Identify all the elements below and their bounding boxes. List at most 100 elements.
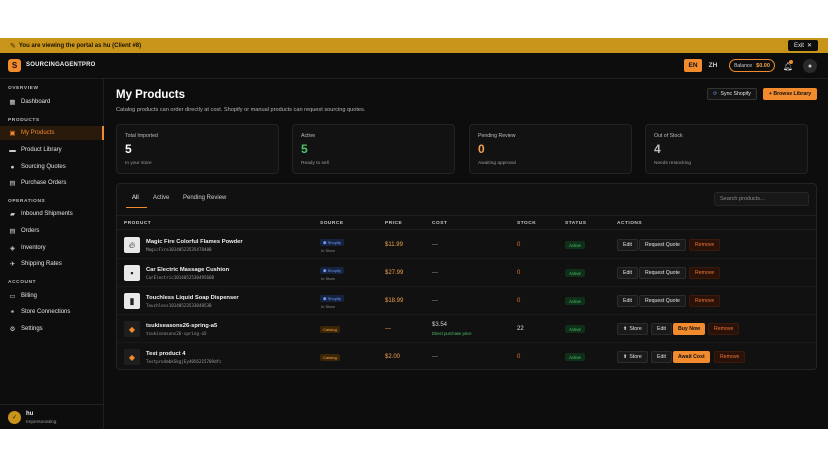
clipboard-icon: ▤ [9, 180, 16, 187]
source-sub: In Store [321, 276, 336, 281]
request-quote-button[interactable]: Request Quote [639, 267, 686, 279]
lang-en-button[interactable]: EN [684, 59, 702, 72]
stat-note: Needs restocking [654, 161, 692, 166]
section-overview: OVERVIEW [8, 86, 39, 91]
products-table-panel: All Active Pending Review PRODUCT SOURCE… [116, 183, 817, 370]
remove-button[interactable]: Remove [708, 323, 740, 335]
product-name[interactable]: Touchless Liquid Soap Dispenser [146, 295, 239, 301]
sidebar-item-inventory[interactable]: ◈ Inventory [0, 241, 104, 255]
product-thumbnail[interactable]: ▮ [124, 293, 140, 309]
edit-button[interactable]: Edit [617, 295, 638, 307]
product-name[interactable]: Car Electric Massage Cushion [146, 267, 229, 273]
remove-button[interactable]: Remove [689, 267, 721, 279]
logo-icon[interactable]: S [8, 59, 21, 72]
sidebar-item-label: Sourcing Quotes [21, 164, 66, 170]
col-status: STATUS [565, 221, 587, 226]
stat-value: 4 [654, 142, 661, 156]
chat-icon: ● [10, 163, 15, 171]
exit-impersonation-button[interactable]: Exit ✕ [787, 40, 818, 51]
sidebar-item-label: Store Connections [21, 309, 71, 315]
sidebar-item-label: Inventory [21, 245, 46, 251]
source-badge: ⬢ Shopify [320, 267, 344, 274]
product-sku: tsukiseasons26-spring-a5 [146, 331, 207, 336]
user-profile[interactable]: ✓ hu Impersonating [0, 404, 104, 429]
edit-button[interactable]: Edit [651, 351, 672, 363]
sidebar-item-my-products[interactable]: ▣ My Products [0, 126, 104, 140]
sidebar-item-orders[interactable]: ▤ Orders [0, 224, 104, 238]
product-name[interactable]: Magic Fire Colorful Flames Powder [146, 239, 243, 245]
pencil-icon: ✎ [10, 42, 16, 50]
balance-value: $0.00 [756, 62, 770, 69]
status-badge: Active [565, 325, 585, 333]
browse-library-button[interactable]: + Browse Library [763, 88, 817, 100]
product-name[interactable]: Test product 4 [146, 351, 186, 357]
search-input[interactable] [714, 192, 809, 206]
table-row: ▮ Touchless Liquid Soap Dispenser Touchl… [117, 287, 816, 315]
sidebar-item-inbound-shipments[interactable]: ▰ Inbound Shipments [0, 207, 104, 221]
layers-icon: ◈ [10, 245, 15, 252]
store-button[interactable]: ⬆ Store [617, 323, 648, 335]
cost-value: $3.54 [432, 322, 448, 328]
sidebar-item-dashboard[interactable]: ▦ Dashboard [0, 95, 104, 109]
request-quote-button[interactable]: Request Quote [639, 239, 686, 251]
table-header: PRODUCT SOURCE PRICE COST STOCK STATUS A… [117, 215, 816, 230]
table-row: ▪ Car Electric Massage Cushion CarElectr… [117, 259, 816, 287]
sidebar-item-sourcing-quotes[interactable]: ● Sourcing Quotes [0, 160, 104, 174]
notifications-button[interactable]: 🔔︎ [781, 59, 795, 73]
remove-button[interactable]: Remove [689, 239, 721, 251]
stock-value: 0 [517, 242, 521, 248]
product-sku: MagicFire1014052353547840B [146, 247, 212, 252]
status-badge: Active [565, 353, 585, 361]
plane-icon: ✈ [9, 261, 16, 268]
tab-all[interactable]: All [132, 195, 139, 201]
status-badge: Active [565, 241, 585, 249]
product-thumbnail[interactable]: ▪ [124, 265, 140, 281]
stat-note: Awaiting approval [478, 161, 516, 166]
sidebar-item-settings[interactable]: ⚙ Settings [0, 322, 104, 336]
package-icon[interactable]: ◆ [124, 349, 140, 365]
sidebar-item-product-library[interactable]: ▬ Product Library [0, 143, 104, 157]
banner-text: You are viewing the portal as hu (Client… [18, 42, 142, 49]
source-badge: Catalog [320, 326, 340, 333]
price-value: — [385, 326, 391, 332]
table-row: ◆ Test product 4 Testpro4mbkSkgjEy405621… [117, 343, 816, 371]
lang-zh-button[interactable]: ZH [704, 59, 722, 72]
tab-active[interactable]: Active [153, 195, 169, 201]
main-content: My Products Catalog products can order d… [104, 79, 828, 429]
product-name[interactable]: tsukiseasons26-spring-a5 [146, 323, 217, 329]
product-thumbnail[interactable]: 🔥︎ [124, 237, 140, 253]
balance-pill[interactable]: Balance $0.00 [729, 59, 775, 72]
section-account: ACCOUNT [8, 280, 37, 285]
source-badge-label: Shopify [327, 296, 341, 301]
sidebar-item-billing[interactable]: ▭ Billing [0, 289, 104, 303]
price-value: $18.99 [385, 298, 404, 304]
price-value: $2.00 [385, 354, 401, 360]
sidebar-item-store-connections[interactable]: ⚭ Store Connections [0, 305, 104, 319]
active-tab-indicator [126, 207, 147, 208]
tab-pending-review[interactable]: Pending Review [183, 195, 226, 201]
stat-card-total-imported: Total Imported 5 In your store [116, 124, 279, 174]
sidebar-item-shipping-rates[interactable]: ✈ Shipping Rates [0, 257, 104, 271]
card-icon: ▭ [9, 293, 16, 300]
sync-shopify-button[interactable]: ⟳ Sync Shopify [707, 88, 757, 100]
package-icon[interactable]: ◆ [124, 321, 140, 337]
col-stock: STOCK [517, 221, 537, 226]
product-sku: Touchless1014052353304853B [146, 303, 212, 308]
user-menu-avatar[interactable]: ● [803, 59, 817, 73]
section-operations: OPERATIONS [8, 199, 46, 204]
stat-label: Out of Stock [654, 133, 683, 139]
grid-icon: ▦ [9, 99, 16, 106]
remove-button[interactable]: Remove [714, 351, 746, 363]
request-quote-button[interactable]: Request Quote [639, 295, 686, 307]
await-cost-button[interactable]: Await Cost [673, 351, 710, 363]
edit-button[interactable]: Edit [651, 323, 672, 335]
stock-value: 22 [517, 326, 524, 332]
store-button[interactable]: ⬆ Store [617, 351, 648, 363]
buy-now-button[interactable]: Buy Now [673, 323, 706, 335]
sidebar-item-label: Purchase Orders [21, 180, 67, 186]
stat-label: Total Imported [125, 133, 158, 139]
edit-button[interactable]: Edit [617, 267, 638, 279]
edit-button[interactable]: Edit [617, 239, 638, 251]
remove-button[interactable]: Remove [689, 295, 721, 307]
sidebar-item-purchase-orders[interactable]: ▤ Purchase Orders [0, 176, 104, 190]
